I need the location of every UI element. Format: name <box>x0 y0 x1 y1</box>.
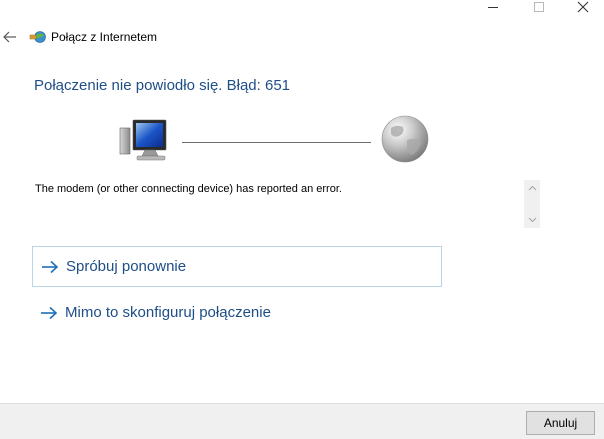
minimize-icon <box>487 6 498 8</box>
arrow-right-icon <box>42 260 59 273</box>
chevron-up-icon <box>528 185 536 191</box>
setup-anyway-link[interactable]: Mimo to skonfiguruj połączenie <box>32 292 442 333</box>
close-button[interactable] <box>560 0 604 14</box>
network-connection-icon <box>29 31 46 43</box>
scroll-up-button[interactable] <box>524 180 540 196</box>
page-title: Połączenie nie powiodło się. Błąd: 651 <box>34 77 291 94</box>
arrow-right-icon <box>41 306 58 319</box>
wizard-header: Połącz z Internetem <box>0 28 300 48</box>
error-message: The modem (or other connecting device) h… <box>35 183 342 195</box>
connection-diagram <box>117 112 437 168</box>
back-button[interactable] <box>2 28 18 46</box>
error-message-box: The modem (or other connecting device) h… <box>34 180 540 228</box>
retry-link[interactable]: Spróbuj ponownie <box>32 246 442 287</box>
back-arrow-icon <box>3 31 16 43</box>
scroll-down-button[interactable] <box>524 212 540 228</box>
close-icon <box>577 1 589 13</box>
maximize-icon <box>533 1 544 12</box>
setup-anyway-label: Mimo to skonfiguruj połączenie <box>65 304 271 321</box>
globe-icon <box>381 115 429 163</box>
title-bar <box>0 0 604 24</box>
wizard-title: Połącz z Internetem <box>51 30 158 44</box>
retry-label: Spróbuj ponownie <box>66 258 187 275</box>
computer-icon <box>119 119 167 161</box>
maximize-button[interactable] <box>516 0 562 14</box>
minimize-button[interactable] <box>470 0 516 14</box>
footer-bar: Anuluj <box>0 403 604 439</box>
connection-line <box>182 142 371 143</box>
chevron-down-icon <box>528 217 536 223</box>
error-scrollbar[interactable] <box>524 180 540 228</box>
cancel-button[interactable]: Anuluj <box>526 411 595 435</box>
